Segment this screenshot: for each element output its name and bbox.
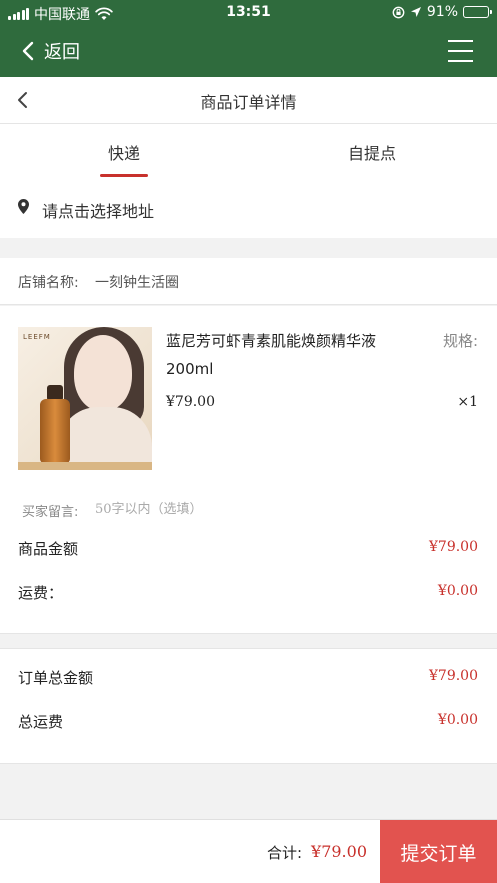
product-spec-label: 规格:: [442, 332, 478, 350]
order-total-value: ¥79.00: [429, 668, 478, 684]
back-label: 返回: [44, 42, 80, 63]
address-prompt: 请点击选择地址: [42, 202, 155, 221]
active-tab-indicator: [100, 174, 148, 177]
shop-label: 店铺名称:: [18, 275, 79, 291]
shipping-label: 运费：: [18, 584, 64, 602]
orientation-lock-icon: [392, 6, 405, 18]
tab-pickup-point[interactable]: 自提点: [348, 140, 396, 164]
buyer-message-input[interactable]: [95, 498, 475, 520]
shop-row: 店铺名称: 一刻钟生活圈: [0, 258, 497, 305]
location-arrow-icon: [410, 7, 421, 17]
address-selector[interactable]: 请点击选择地址: [0, 179, 497, 238]
checkout-bar: 合计: ¥79.00 提交订单: [0, 819, 497, 883]
total-shipping-value: ¥0.00: [437, 712, 478, 728]
goods-amount-value: ¥79.00: [429, 539, 478, 555]
product-name: 蓝尼芳可虾青素肌能焕颜精华液200ml: [166, 332, 377, 378]
status-right: 91%: [392, 4, 492, 20]
product-price: ¥79.00: [166, 394, 215, 410]
page-title: 商品订单详情: [200, 93, 297, 112]
battery-icon: [463, 6, 492, 18]
amount-summary: 商品金额 ¥79.00 运费： ¥0.00: [0, 526, 497, 634]
product-image: LEEFM: [18, 327, 152, 470]
battery-percent: 91%: [426, 4, 458, 20]
status-bar: 中国联通 13:51 91%: [0, 0, 497, 26]
order-total-label: 订单总金额: [18, 669, 94, 687]
total-shipping-label: 总运费: [18, 713, 64, 731]
goods-amount-label: 商品金额: [18, 540, 79, 558]
submit-order-button[interactable]: 提交订单: [380, 820, 497, 883]
page-header: 商品订单详情: [0, 77, 497, 124]
tab-express[interactable]: 快递: [108, 140, 140, 164]
hamburger-menu-icon[interactable]: [448, 40, 473, 62]
shop-name: 一刻钟生活圈: [95, 275, 179, 291]
chevron-left-icon: [22, 41, 34, 61]
shipping-value: ¥0.00: [437, 583, 478, 599]
product-image-brand: LEEFM: [23, 333, 51, 341]
sum-value: ¥79.00: [311, 842, 367, 861]
location-pin-icon: [18, 199, 29, 214]
app-header: 返回: [0, 26, 497, 77]
back-button[interactable]: 返回: [22, 38, 80, 64]
buyer-message-row: 买家留言:: [0, 486, 497, 526]
product-quantity: ×1: [457, 394, 478, 410]
sum-label: 合计:: [266, 844, 302, 862]
product-item[interactable]: LEEFM 蓝尼芳可虾青素肌能焕颜精华液200ml 规格: ¥79.00 ×1: [0, 306, 497, 486]
buyer-message-label: 买家留言:: [22, 505, 79, 520]
delivery-tabs: 快递 自提点: [0, 124, 497, 179]
order-totals: 订单总金额 ¥79.00 总运费 ¥0.00: [0, 648, 497, 764]
